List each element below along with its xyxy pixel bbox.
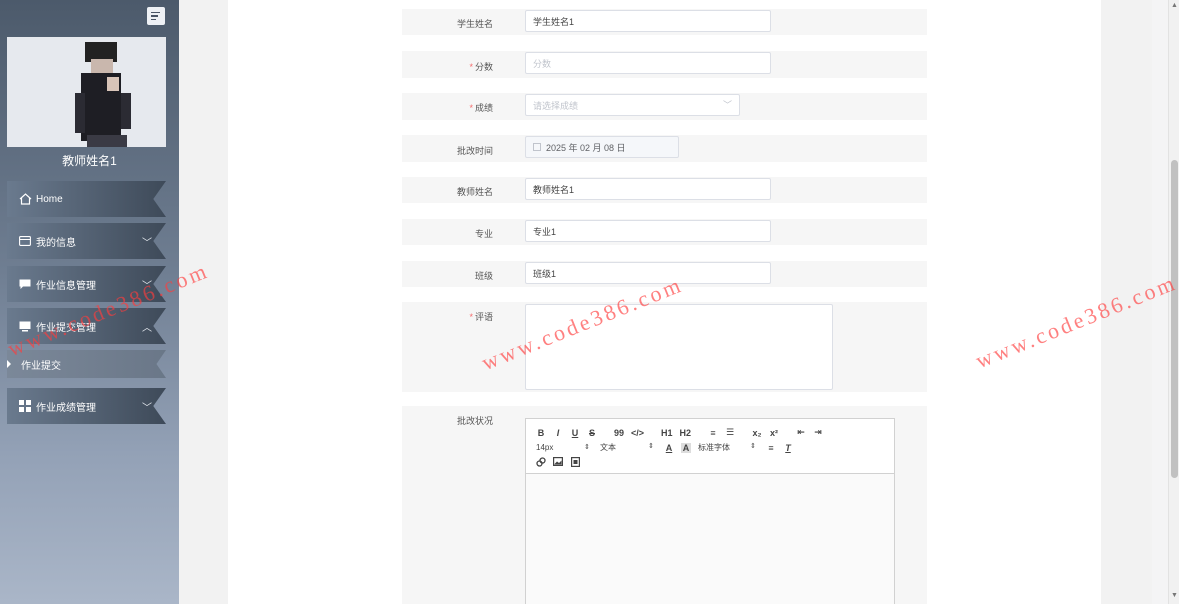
form-row-class: 班级 班级1 [402,261,927,287]
scroll-down-icon[interactable]: ▼ [1171,592,1178,599]
home-icon [18,192,32,206]
bullet-list-button[interactable]: ☰ [725,427,735,438]
menu-item-my-info[interactable]: 我的信息 ﹀ [7,223,166,259]
teacher-name-input[interactable]: 教师姓名1 [525,178,771,200]
bold-button[interactable]: B [536,428,546,438]
heading2-button[interactable]: H2 [680,428,692,438]
field-label: * 评语 [469,312,493,322]
font-size-select[interactable]: 14px ⇕ [536,443,590,452]
monitor-icon [18,319,32,333]
menu-toggle-icon[interactable] [147,7,165,25]
superscript-button[interactable]: x² [769,428,779,438]
card-icon [18,234,32,248]
updown-icon: ⇕ [750,443,756,450]
grade-select[interactable]: 请选择成绩 ﹀ [525,94,740,116]
ordered-list-button[interactable]: ≡ [708,428,718,438]
field-label: * 成绩 [469,103,493,113]
form-row-review-status: 批改状况 B I U S 99 </> H1 H2 ≡ ☰ x₂ x² ⇤ ⇥ … [402,406,927,604]
comment-textarea[interactable] [525,304,833,390]
page-scrollbar[interactable]: ▲ ▼ [1168,0,1179,604]
menu-item-home[interactable]: Home [7,181,166,217]
field-label: 学生姓名 [456,19,493,29]
field-label: 教师姓名 [456,187,493,197]
blockquote-button[interactable]: 99 [614,428,624,438]
menu-item-homework-submit[interactable]: 作业提交管理 ︿ [7,308,166,344]
background-color-icon[interactable]: A [681,442,691,453]
chat-icon [18,277,32,291]
font-family-select[interactable]: 标准字体 ⇕ [698,442,756,453]
editor-toolbar: B I U S 99 </> H1 H2 ≡ ☰ x₂ x² ⇤ ⇥ 14px … [526,419,894,474]
avatar [7,37,166,147]
heading1-button[interactable]: H1 [661,428,673,438]
menu-item-label: 作业成绩管理 [36,402,96,414]
sidebar: 教师姓名1 Home 我的信息 ﹀ 作业信息管理 ﹀ 作业提交管理 ︿ 作业提交 [0,0,179,604]
form-row-comment: * 评语 [402,302,927,392]
code-block-button[interactable]: </> [631,428,644,438]
chevron-down-icon: ﹀ [142,402,152,414]
form-row-teacher-name: 教师姓名 教师姓名1 [402,177,927,203]
chevron-up-icon: ︿ [142,322,152,334]
updown-icon: ⇕ [648,443,654,450]
italic-button[interactable]: I [553,428,563,438]
menu-item-homework-info[interactable]: 作业信息管理 ﹀ [7,266,166,302]
field-label: 专业 [474,229,493,239]
menu-item-homework-grade[interactable]: 作业成绩管理 ﹀ [7,388,166,424]
underline-button[interactable]: U [570,428,580,438]
field-label: 班级 [474,271,493,281]
text-type-select[interactable]: 文本 ⇕ [600,442,654,453]
subscript-button[interactable]: x₂ [752,428,762,438]
menu-item-label: 作业提交管理 [36,322,96,334]
strike-button[interactable]: S [587,428,597,438]
align-icon[interactable]: ≡ [766,443,776,453]
rich-text-editor: B I U S 99 </> H1 H2 ≡ ☰ x₂ x² ⇤ ⇥ 14px … [525,418,895,604]
calendar-icon [533,143,541,151]
menu-item-label: Home [36,193,63,205]
scrollbar-thumb[interactable] [1171,160,1178,478]
indent-button[interactable]: ⇥ [813,427,823,438]
form-row-student-name: 学生姓名 学生姓名1 [402,9,927,35]
user-name: 教师姓名1 [62,154,117,168]
grid-icon [18,399,32,413]
form-row-score: * 分数 分数 [402,51,927,78]
clear-format-icon[interactable]: T [783,443,793,453]
submenu-item-label: 作业提交 [21,360,61,372]
image-icon[interactable] [553,457,564,468]
form-row-grade: * 成绩 请选择成绩 ﹀ [402,93,927,120]
link-icon[interactable] [536,456,546,469]
editor-content-area[interactable] [526,474,894,604]
font-color-icon[interactable]: A [664,443,674,453]
chevron-down-icon: ﹀ [722,100,732,110]
menu-item-label: 我的信息 [36,237,76,249]
submenu-item-homework-submit[interactable]: 作业提交 [7,350,166,378]
student-name-input[interactable]: 学生姓名1 [525,10,771,32]
review-time-date-input[interactable]: 2025 年 02 月 08 日 [525,136,679,158]
field-label: 批改状况 [456,416,493,426]
field-label: * 分数 [469,62,493,72]
chevron-down-icon: ﹀ [142,237,152,249]
chevron-down-icon: ﹀ [142,280,152,292]
form-row-review-time: 批改时间 2025 年 02 月 08 日 [402,135,927,162]
form-panel: 学生姓名 学生姓名1 * 分数 分数 * 成绩 请选择成绩 ﹀ 批改时间 2025 … [228,0,1101,604]
class-input[interactable]: 班级1 [525,262,771,284]
video-icon[interactable] [570,456,580,469]
score-input[interactable]: 分数 [525,52,771,74]
scroll-up-icon[interactable]: ▲ [1171,2,1178,9]
form-row-major: 专业 专业1 [402,219,927,245]
main-area: 学生姓名 学生姓名1 * 分数 分数 * 成绩 请选择成绩 ﹀ 批改时间 2025 … [179,0,1152,604]
outdent-button[interactable]: ⇤ [796,427,806,438]
menu-item-label: 作业信息管理 [36,280,96,292]
major-input[interactable]: 专业1 [525,220,771,242]
updown-icon: ⇕ [584,444,590,451]
field-label: 批改时间 [456,146,493,156]
